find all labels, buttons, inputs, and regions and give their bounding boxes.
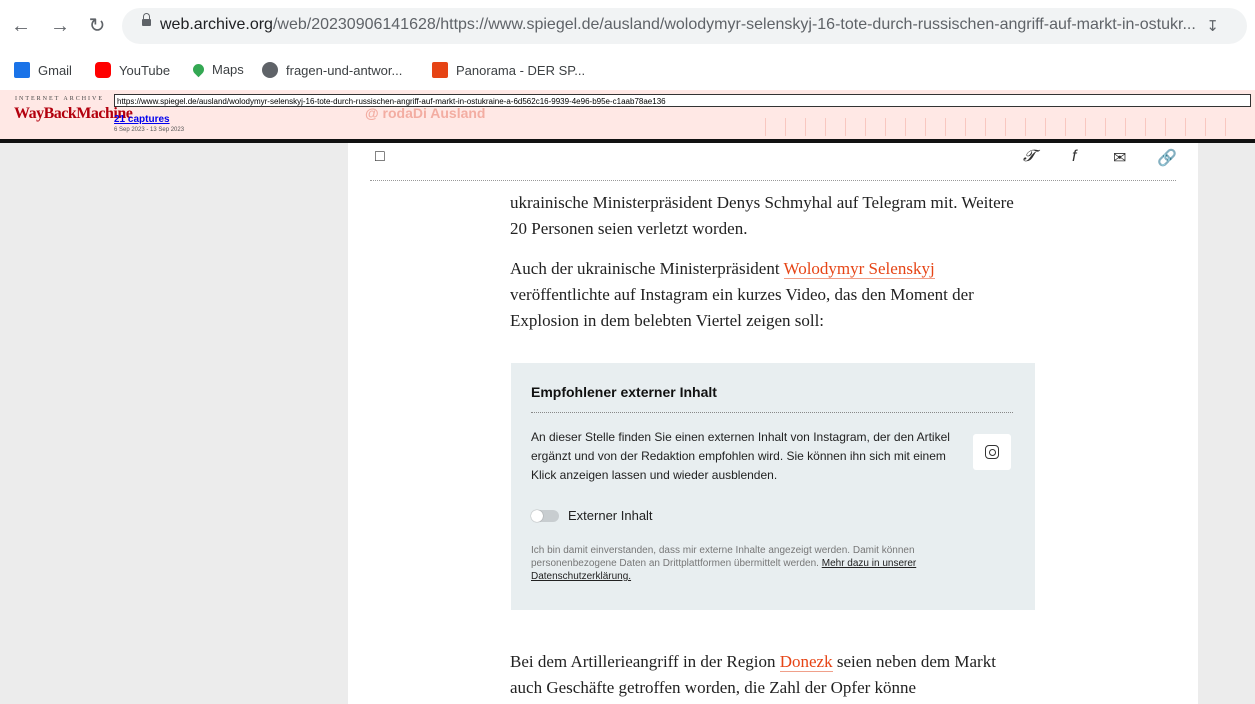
browser-chrome: ← → ↻ web.archive.org/web/20230906141628… bbox=[0, 0, 1255, 90]
article-body: ukrainische Ministerpräsident Denys Schm… bbox=[510, 190, 1030, 348]
maps-icon bbox=[190, 61, 207, 78]
bookmark-panorama[interactable]: Panorama - DER SP... bbox=[432, 62, 585, 78]
bookmark-icon[interactable]: □ bbox=[375, 148, 385, 166]
article-tools: □ 𝓣 f ✉ 🔗 bbox=[348, 143, 1198, 188]
bookmarks-bar: Gmail YouTube Maps fragen-und-antwor... … bbox=[0, 55, 1255, 87]
selenskyj-link[interactable]: Wolodymyr Selenskyj bbox=[783, 259, 935, 279]
browser-toolbar: ← → ↻ web.archive.org/web/20230906141628… bbox=[0, 0, 1255, 55]
instagram-icon bbox=[973, 434, 1011, 470]
capture-date-range: 6 Sep 2023 - 13 Sep 2023 bbox=[114, 127, 185, 133]
install-app-icon[interactable]: ↧ bbox=[1206, 17, 1219, 35]
youtube-icon bbox=[95, 62, 111, 78]
gmail-icon bbox=[14, 62, 30, 78]
donezk-link[interactable]: Donezk bbox=[779, 652, 833, 672]
article-paragraph: ukrainische Ministerpräsident Denys Schm… bbox=[510, 193, 1014, 238]
address-bar[interactable]: web.archive.org/web/20230906141628/https… bbox=[122, 8, 1247, 44]
link-icon[interactable]: 🔗 bbox=[1157, 148, 1177, 168]
mail-icon[interactable]: ✉ bbox=[1113, 148, 1126, 168]
globe-icon bbox=[262, 62, 278, 78]
ghosted-page-text: @ rodaDi Ausland bbox=[365, 105, 486, 121]
reload-icon[interactable]: ↻ bbox=[84, 13, 110, 39]
lock-icon bbox=[142, 13, 151, 26]
embed-divider bbox=[531, 412, 1013, 413]
toggle-label[interactable]: Externer Inhalt bbox=[568, 508, 653, 523]
twitter-icon[interactable]: 𝓣 bbox=[1023, 148, 1035, 166]
embed-description: An dieser Stelle finden Sie einen extern… bbox=[531, 430, 950, 482]
bookmark-fragen[interactable]: fragen-und-antwor... bbox=[262, 62, 402, 78]
consent-text: Ich bin damit einverstanden, dass mir ex… bbox=[531, 545, 917, 582]
facebook-icon[interactable]: f bbox=[1072, 148, 1076, 166]
bookmark-gmail[interactable]: Gmail bbox=[14, 62, 72, 78]
article-page: □ 𝓣 f ✉ 🔗 ukrainische Ministerpräsident … bbox=[348, 143, 1198, 704]
capture-sparkline[interactable] bbox=[765, 118, 1245, 136]
captures-link[interactable]: 21 captures bbox=[114, 114, 170, 125]
internet-archive-label: INTERNET ARCHIVE bbox=[15, 96, 105, 102]
article-paragraph: Bei dem Artillerieangriff in der Region … bbox=[510, 652, 996, 697]
bookmark-maps[interactable]: Maps bbox=[190, 61, 244, 78]
forward-arrow-icon[interactable]: → bbox=[47, 13, 73, 39]
wayback-toolbar: INTERNET ARCHIVE WayBackMachine https://… bbox=[0, 90, 1255, 143]
wayback-url-input[interactable]: https://www.spiegel.de/ausland/wolodymyr… bbox=[114, 94, 1251, 107]
bookmark-youtube[interactable]: YouTube bbox=[95, 62, 170, 78]
external-content-box: Empfohlener externer Inhalt An dieser St… bbox=[511, 363, 1035, 610]
address-url[interactable]: web.archive.org/web/20230906141628/https… bbox=[160, 16, 1196, 34]
spiegel-icon bbox=[432, 62, 448, 78]
embed-title: Empfohlener externer Inhalt bbox=[531, 384, 717, 400]
back-arrow-icon[interactable]: ← bbox=[8, 13, 34, 39]
tools-divider bbox=[370, 180, 1176, 181]
external-content-toggle[interactable] bbox=[531, 510, 559, 522]
article-paragraph: Auch der ukrainische Ministerpräsident W… bbox=[510, 259, 974, 330]
